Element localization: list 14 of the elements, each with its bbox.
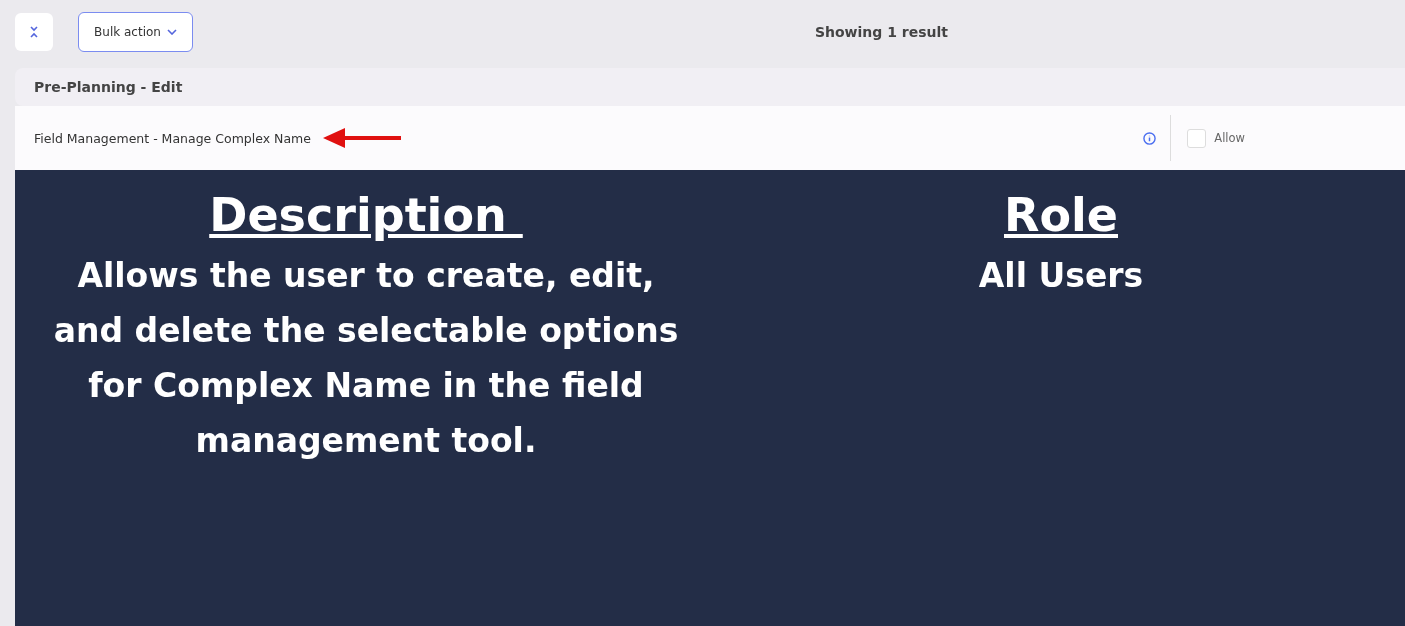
collapse-icon [29,25,39,39]
permission-name: Field Management - Manage Complex Name [34,130,311,146]
arrow-icon [322,126,403,150]
allow-checkbox[interactable] [1187,128,1207,148]
bulk-action-dropdown[interactable]: Bulk action [78,12,193,52]
allow-label: Allow [1214,131,1245,145]
role-heading: Role [1004,187,1118,244]
result-count: Showing 1 result [813,24,950,40]
role-text: All Users [977,255,1145,297]
collapse-button[interactable] [15,13,53,51]
description-text: Allows the user to create, edit, and delete the selectable options for Complex Name in the field management tool. [52,255,680,462]
chevron-down-icon [166,29,177,35]
info-icon[interactable] [1143,131,1157,145]
section-header: Pre-Planning - Edit [15,68,1405,106]
